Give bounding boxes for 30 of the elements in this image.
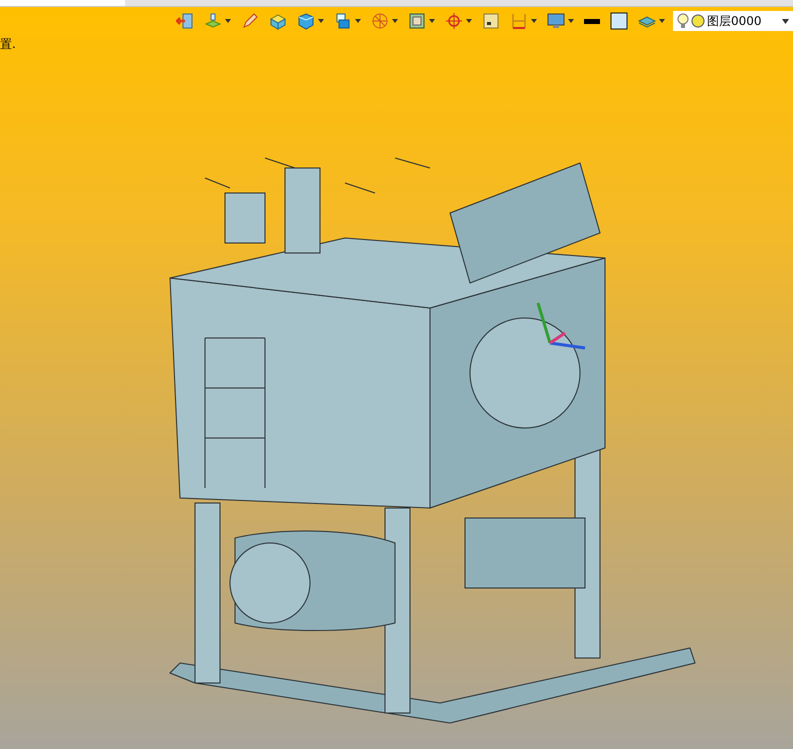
box-icon [269, 12, 287, 30]
axis-triad-icon [536, 302, 586, 350]
caret-icon [782, 18, 789, 24]
cube-icon [297, 12, 315, 30]
frame-icon [408, 12, 426, 30]
status-text: 置. [0, 36, 16, 53]
monitor-icon [547, 12, 565, 30]
line-weight-icon [584, 18, 600, 24]
caret-icon [392, 19, 398, 23]
window-icon [482, 12, 500, 30]
color-swatch-icon [610, 12, 628, 30]
caret-icon [429, 19, 435, 23]
pencil-icon [241, 12, 259, 30]
layers-icon [204, 12, 222, 30]
monitor-tool-button[interactable] [545, 11, 576, 31]
dimension-icon [510, 12, 528, 30]
target-tool-button[interactable] [443, 11, 474, 31]
target-icon [445, 12, 463, 30]
caret-icon [225, 19, 231, 23]
caret-icon [531, 19, 537, 23]
layer-select[interactable]: 图层0000 [673, 11, 793, 31]
wire-sphere-icon [371, 12, 389, 30]
layer-color-icon [691, 14, 705, 28]
caret-icon [355, 19, 361, 23]
caret-icon [466, 19, 472, 23]
fill-swatch-tool-button[interactable] [608, 11, 630, 31]
caret-icon [568, 19, 574, 23]
exit-icon [176, 12, 194, 30]
caret-icon [659, 19, 665, 23]
caret-icon [318, 19, 324, 23]
